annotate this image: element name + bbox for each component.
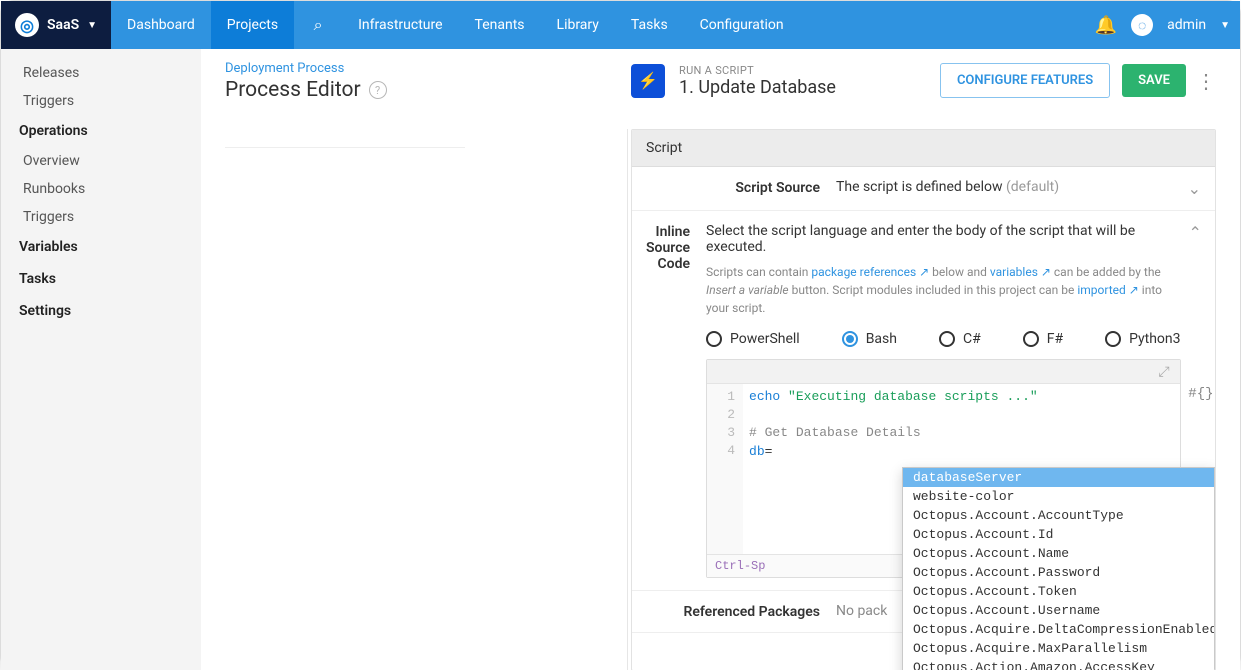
autocomplete-item[interactable]: website-color	[903, 487, 1214, 506]
topbar: ◎ SaaS ▼ DashboardProjects⌕Infrastructur…	[1, 1, 1240, 49]
autocomplete-item[interactable]: Octopus.Account.Password	[903, 563, 1214, 582]
autocomplete-item[interactable]: Octopus.Account.Username	[903, 601, 1214, 620]
help-icon[interactable]: ?	[369, 81, 387, 99]
sidebar: ReleasesTriggersOperationsOverviewRunboo…	[1, 49, 201, 670]
lang-radio-bash[interactable]: Bash	[842, 331, 897, 347]
sidebar-item-runbooks[interactable]: Runbooks	[1, 175, 201, 203]
step-type-label: RUN A SCRIPT	[679, 64, 836, 77]
overflow-menu-icon[interactable]: ⋮	[1196, 69, 1216, 93]
page-title: Process Editor	[225, 78, 361, 102]
lang-radio-csharp[interactable]: C#	[939, 331, 981, 347]
autocomplete-item[interactable]: Octopus.Account.Name	[903, 544, 1214, 563]
nav-tasks[interactable]: Tasks	[615, 1, 684, 49]
step-editor-panel: Script Script Source The script is defin…	[631, 129, 1216, 670]
configure-features-button[interactable]: CONFIGURE FEATURES	[940, 63, 1110, 98]
editor-gutter: 1234	[707, 384, 743, 554]
step-icon: ⚡	[631, 64, 665, 98]
autocomplete-item[interactable]: Octopus.Account.AccountType	[903, 506, 1214, 525]
package-references-link[interactable]: package references ↗	[811, 265, 929, 279]
chevron-down-icon: ▼	[87, 20, 97, 31]
script-source-value: The script is defined below	[836, 179, 1002, 195]
language-radios: PowerShell Bash C# F# Python3	[706, 331, 1180, 347]
lang-radio-fsharp[interactable]: F#	[1023, 331, 1063, 347]
nav-library[interactable]: Library	[541, 1, 615, 49]
nav-dashboard[interactable]: Dashboard	[111, 1, 211, 49]
expand-script-source-icon[interactable]: ⌄	[1180, 179, 1201, 198]
autocomplete-popup[interactable]: databaseServerwebsite-colorOctopus.Accou…	[902, 467, 1215, 670]
brand-switcher[interactable]: ◎ SaaS ▼	[1, 1, 111, 49]
brand-logo-icon: ◎	[15, 13, 39, 37]
user-menu-chevron-icon[interactable]: ▼	[1220, 20, 1230, 31]
expand-editor-icon[interactable]: ⤢	[1158, 364, 1169, 380]
autocomplete-item[interactable]: Octopus.Account.Id	[903, 525, 1214, 544]
script-source-label: Script Source	[646, 179, 836, 196]
collapse-inline-source-icon[interactable]: ⌃	[1181, 223, 1202, 242]
user-avatar-icon[interactable]: ◌	[1131, 14, 1153, 36]
inline-source-help: Scripts can contain package references ↗…	[706, 263, 1180, 317]
insert-variable-button[interactable]: #{}	[1188, 386, 1213, 402]
inline-source-desc: Select the script language and enter the…	[706, 223, 1135, 255]
sidebar-head-operations[interactable]: Operations	[1, 115, 201, 147]
main-content: Deployment Process Process Editor ? ⚡ RU…	[201, 49, 1240, 670]
autocomplete-item[interactable]: Octopus.Action.Amazon.AccessKey	[903, 658, 1214, 670]
user-name[interactable]: admin	[1167, 17, 1206, 33]
sidebar-head-variables[interactable]: Variables	[1, 231, 201, 263]
sidebar-item-triggers[interactable]: Triggers	[1, 87, 201, 115]
referenced-packages-label: Referenced Packages	[646, 603, 836, 620]
brand-name: SaaS	[47, 17, 79, 33]
step-name: 1. Update Database	[679, 77, 836, 98]
autocomplete-item[interactable]: Octopus.Account.Token	[903, 582, 1214, 601]
script-source-default: (default)	[1006, 179, 1059, 195]
variables-link[interactable]: variables ↗	[990, 265, 1051, 279]
lang-radio-powershell[interactable]: PowerShell	[706, 331, 800, 347]
autocomplete-item[interactable]: databaseServer	[903, 468, 1214, 487]
nav-tenants[interactable]: Tenants	[459, 1, 541, 49]
script-section-header: Script	[632, 130, 1215, 167]
main-nav: DashboardProjects⌕InfrastructureTenantsL…	[111, 1, 800, 49]
nav-projects[interactable]: Projects	[211, 1, 294, 49]
save-button[interactable]: SAVE	[1122, 64, 1186, 97]
sidebar-item-releases[interactable]: Releases	[1, 59, 201, 87]
autocomplete-item[interactable]: Octopus.Acquire.MaxParallelism	[903, 639, 1214, 658]
lang-radio-python3[interactable]: Python3	[1105, 331, 1180, 347]
inline-source-label: Inline Source Code	[646, 223, 706, 272]
sidebar-head-tasks[interactable]: Tasks	[1, 263, 201, 295]
sidebar-item-overview[interactable]: Overview	[1, 147, 201, 175]
autocomplete-item[interactable]: Octopus.Acquire.DeltaCompressionEnabled	[903, 620, 1214, 639]
sidebar-head-settings[interactable]: Settings	[1, 295, 201, 327]
notifications-icon[interactable]: 🔔	[1095, 15, 1117, 36]
imported-link[interactable]: imported ↗	[1077, 283, 1138, 297]
sidebar-item-triggers[interactable]: Triggers	[1, 203, 201, 231]
nav-infrastructure[interactable]: Infrastructure	[342, 1, 458, 49]
search-icon[interactable]: ⌕	[294, 1, 342, 49]
nav-configuration[interactable]: Configuration	[684, 1, 800, 49]
